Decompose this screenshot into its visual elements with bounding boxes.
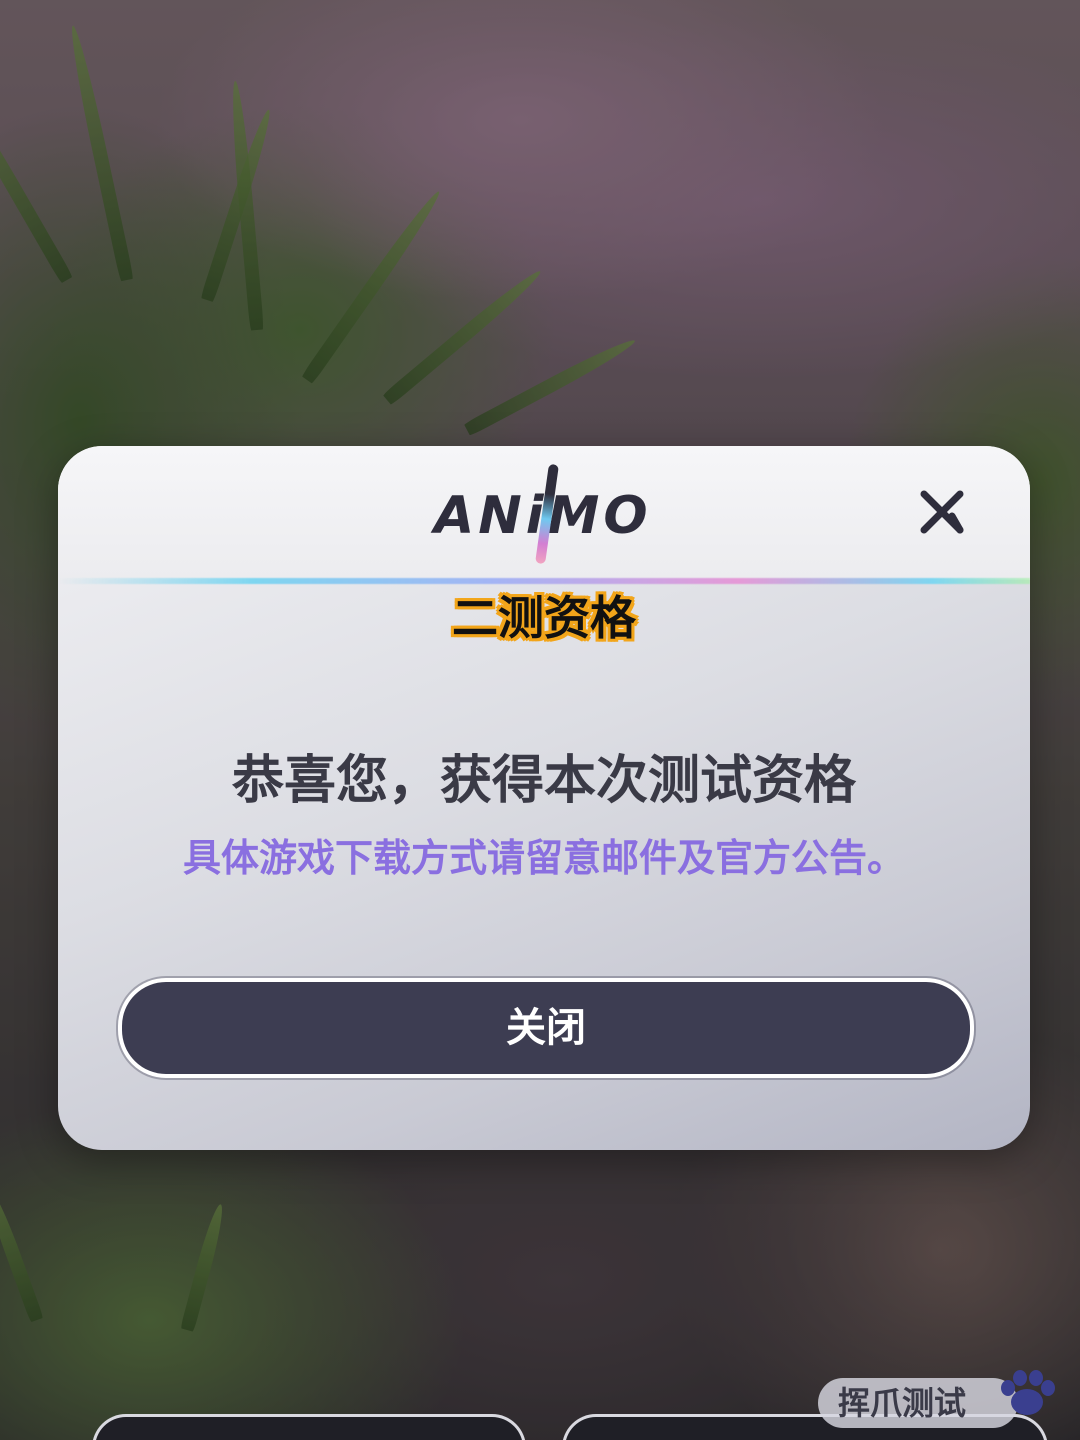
watermark-text: 挥爪测试 bbox=[838, 1384, 967, 1422]
congrats-message: 恭喜您，获得本次测试资格 bbox=[231, 751, 856, 811]
animo-logo: ANiMO bbox=[434, 463, 652, 565]
bottom-tab-left[interactable] bbox=[92, 1414, 526, 1440]
close-icon[interactable] bbox=[916, 486, 968, 538]
download-notice: 具体游戏下载方式请留意邮件及官方公告。 bbox=[182, 836, 905, 880]
close-button[interactable]: 关闭 bbox=[118, 978, 974, 1078]
qualification-dialog: ANiMO 二测资格 恭喜您，获得本次测试资格 具体游戏下载方式请留意邮件及官方… bbox=[58, 446, 1030, 1150]
watermark-badge: 挥爪测试 bbox=[818, 1378, 1018, 1428]
dialog-title: 二测资格 bbox=[452, 591, 636, 645]
paw-icon bbox=[1001, 1370, 1055, 1415]
header-divider bbox=[58, 578, 1030, 584]
dialog-header: ANiMO bbox=[58, 446, 1030, 580]
game-screen: ANiMO 二测资格 恭喜您，获得本次测试资格 具体游戏下载方式请留意邮件及官方… bbox=[0, 0, 1080, 1440]
